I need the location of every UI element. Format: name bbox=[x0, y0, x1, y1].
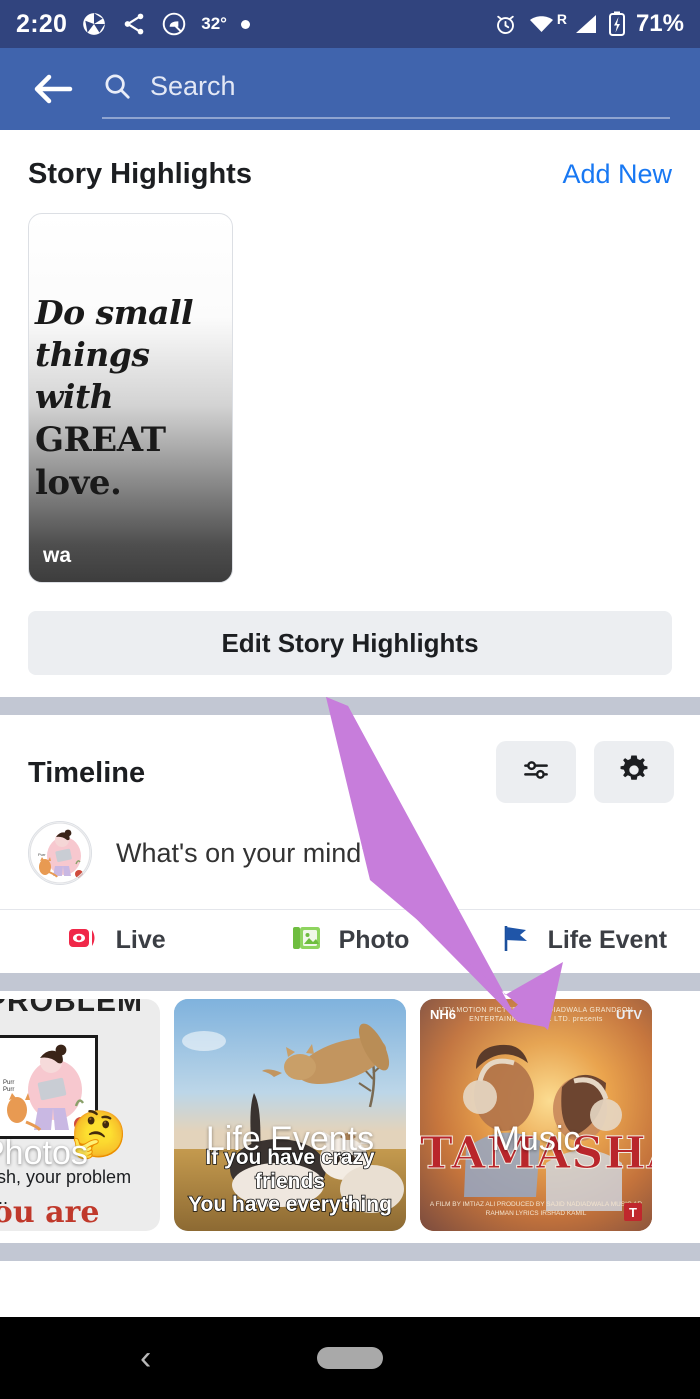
app-bar: Search bbox=[0, 48, 700, 130]
list-item[interactable]: NH6 UTV UTV MOTION PICTURES & NADIADWALA… bbox=[420, 999, 652, 1231]
composer-placeholder[interactable]: What's on your mind? bbox=[116, 838, 376, 869]
timeline-title: Timeline bbox=[28, 757, 146, 789]
photo-icon bbox=[291, 924, 325, 957]
search-icon bbox=[102, 71, 132, 101]
timeline-section: Timeline Purr What's on your mind? Live … bbox=[0, 715, 700, 973]
section-divider-3 bbox=[0, 1243, 700, 1261]
live-label: Live bbox=[115, 926, 166, 954]
poster-top-credits: UTV MOTION PICTURES & NADIADWALA GRANDSO… bbox=[438, 1007, 634, 1023]
alarm-icon bbox=[493, 12, 518, 37]
status-bar-right: R 71% bbox=[493, 10, 684, 38]
add-new-button[interactable]: Add New bbox=[562, 159, 672, 190]
status-bar: 2:20 32° R 71% bbox=[0, 0, 700, 48]
status-bar-left: 2:20 32° bbox=[16, 10, 250, 39]
life-event-button[interactable]: Life Event bbox=[467, 924, 700, 957]
timeline-actions bbox=[496, 741, 674, 803]
phone-screen: 2:20 32° R 71% Search Story Highlights A… bbox=[0, 0, 700, 1399]
roaming-r-icon: R bbox=[556, 11, 567, 27]
home-pill[interactable] bbox=[317, 1347, 383, 1369]
card2-meme-line2: You have everything bbox=[187, 1193, 392, 1218]
svg-text:Purr: Purr bbox=[3, 1087, 14, 1093]
story-highlights-title: Story Highlights bbox=[28, 158, 252, 190]
life-event-label: Life Event bbox=[547, 926, 668, 954]
story-quote-line3: GREAT love. bbox=[35, 419, 166, 504]
movie-poster: NH6 UTV UTV MOTION PICTURES & NADIADWALA… bbox=[420, 999, 652, 1231]
story-card-badge: wa bbox=[43, 544, 72, 567]
photo-button[interactable]: Photo bbox=[233, 924, 466, 957]
android-nav-bar: ‹ bbox=[0, 1317, 700, 1399]
photo-strip[interactable]: PROBLEM Purr Purr 🤔 sh, your problem . o… bbox=[0, 991, 700, 1243]
timeline-filter-button[interactable] bbox=[496, 741, 576, 803]
story-quote: Do small things with GREAT love. bbox=[35, 292, 226, 506]
gear-icon bbox=[617, 753, 651, 792]
card1-top-text: PROBLEM bbox=[0, 999, 143, 1018]
back-button[interactable] bbox=[30, 66, 76, 112]
search-input[interactable]: Search bbox=[150, 71, 236, 102]
battery-percent: 71% bbox=[635, 10, 684, 37]
card2-overlay-label: Life Events bbox=[205, 1119, 375, 1158]
dot-icon bbox=[240, 19, 250, 29]
edit-story-highlights-button[interactable]: Edit Story Highlights bbox=[28, 611, 672, 675]
status-temperature: 32° bbox=[201, 14, 227, 33]
cell-signal-icon bbox=[573, 13, 598, 35]
tseries-logo: T bbox=[624, 1203, 642, 1221]
post-composer[interactable]: Purr What's on your mind? bbox=[0, 803, 700, 909]
live-button[interactable]: Live bbox=[0, 924, 233, 957]
composer-action-row: Live Photo Life Event bbox=[0, 910, 700, 973]
timeline-settings-button[interactable] bbox=[594, 741, 674, 803]
battery-charging-icon bbox=[608, 11, 626, 37]
wifi-icon bbox=[528, 13, 555, 35]
sliders-icon bbox=[519, 755, 553, 790]
photo-label: Photo bbox=[338, 926, 410, 954]
story-highlight-card[interactable]: Do small things with GREAT love. wa bbox=[28, 213, 233, 583]
poster-bottom-credits: A FILM BY IMTIAZ ALI PRODUCED BY SAJID N… bbox=[429, 1201, 643, 1218]
story-quote-line1: Do small bbox=[35, 293, 194, 332]
story-highlights-section: Story Highlights Add New Do small things… bbox=[0, 130, 700, 675]
svg-text:Purr: Purr bbox=[38, 852, 46, 857]
section-divider bbox=[0, 697, 700, 715]
nav-back-button[interactable]: ‹ bbox=[140, 1339, 151, 1378]
flag-icon bbox=[500, 924, 534, 957]
share-icon bbox=[121, 11, 147, 37]
card3-overlay-label: Music bbox=[491, 1119, 581, 1158]
story-highlights-header: Story Highlights Add New bbox=[0, 130, 700, 201]
live-video-icon bbox=[68, 925, 102, 956]
photo-strip-section: PROBLEM Purr Purr 🤔 sh, your problem . o… bbox=[0, 991, 700, 1243]
section-divider-2 bbox=[0, 973, 700, 991]
avatar: Purr bbox=[28, 821, 92, 885]
camera-shutter-icon bbox=[81, 11, 107, 37]
timeline-header: Timeline bbox=[0, 715, 700, 803]
svg-text:Purr: Purr bbox=[3, 1080, 14, 1086]
card1-red-text: You are bbox=[0, 1195, 100, 1230]
story-quote-line2: things with bbox=[35, 335, 150, 417]
card1-overlay-label: Photos bbox=[0, 1133, 88, 1172]
list-item[interactable]: PROBLEM Purr Purr 🤔 sh, your problem . o… bbox=[0, 999, 160, 1231]
circle-q-icon bbox=[161, 11, 187, 37]
list-item[interactable]: If you have crazy friends You have every… bbox=[174, 999, 406, 1231]
status-clock: 2:20 bbox=[16, 9, 68, 38]
story-highlights-row: Do small things with GREAT love. wa bbox=[0, 201, 700, 583]
search-bar[interactable]: Search bbox=[102, 59, 670, 119]
